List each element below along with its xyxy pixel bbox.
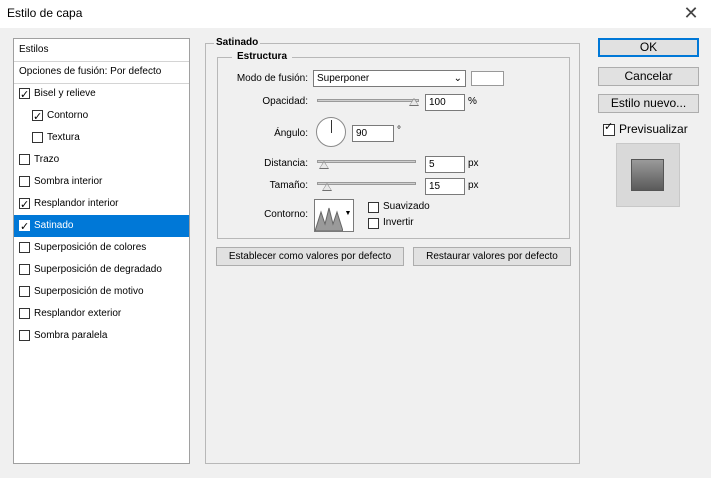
chevron-down-icon: ⌄	[453, 73, 462, 84]
sidebar-item-label: Resplandor interior	[34, 198, 119, 209]
preview-checkbox[interactable]	[603, 120, 615, 136]
sidebar-item-label: Resplandor exterior	[34, 308, 122, 319]
opacity-input[interactable]: 100	[425, 94, 465, 111]
cancel-button[interactable]: Cancelar	[598, 67, 699, 86]
distance-slider-thumb[interactable]	[318, 161, 329, 169]
sidebar-item-label: Sombra interior	[34, 176, 103, 187]
contour-picker[interactable]	[314, 199, 344, 232]
set-default-button[interactable]: Establecer como valores por defecto	[216, 247, 404, 266]
sidebar-item-label: Satinado	[34, 220, 74, 231]
sidebar-item[interactable]: Superposición de motivo	[14, 281, 189, 303]
sidebar-item-label: Opciones de fusión: Por defecto	[19, 66, 162, 77]
sidebar-item-label: Estilos	[19, 44, 49, 55]
opacity-slider-thumb[interactable]	[409, 98, 419, 106]
blend-mode-label: Modo de fusión:	[236, 73, 308, 84]
sidebar-item-checkbox[interactable]	[19, 84, 30, 106]
distance-input[interactable]: 5	[425, 156, 465, 173]
angle-unit: °	[397, 125, 401, 136]
sidebar-item-checkbox[interactable]	[32, 106, 43, 128]
contour-curve-icon	[315, 207, 343, 231]
opacity-unit: %	[468, 96, 477, 107]
sidebar-item[interactable]: Resplandor exterior	[14, 303, 189, 325]
invert-checkbox[interactable]	[368, 218, 379, 229]
opacity-label: Opacidad:	[262, 96, 308, 107]
sidebar-item[interactable]: Estilos	[14, 39, 189, 62]
new-style-button[interactable]: Estilo nuevo...	[598, 94, 699, 113]
distance-label: Distancia:	[264, 158, 308, 169]
sidebar-item[interactable]: Opciones de fusión: Por defecto	[14, 61, 189, 84]
ok-button[interactable]: OK	[598, 38, 699, 57]
sidebar-item-label: Superposición de degradado	[34, 264, 162, 275]
antialias-label: Suavizado	[383, 201, 430, 212]
contour-label: Contorno:	[264, 209, 308, 220]
angle-dial[interactable]	[316, 117, 346, 147]
size-unit: px	[468, 180, 479, 191]
sidebar-item-checkbox[interactable]	[19, 194, 30, 216]
sidebar-item-checkbox[interactable]	[19, 242, 30, 253]
contour-dropdown-icon[interactable]: ▼	[343, 199, 354, 232]
sidebar-item-checkbox[interactable]	[19, 216, 30, 238]
sidebar-item[interactable]: Trazo	[14, 149, 189, 171]
sidebar-item-label: Superposición de motivo	[34, 286, 144, 297]
satin-group-title: Satinado	[214, 37, 261, 48]
size-label: Tamaño:	[269, 180, 308, 191]
sidebar-item-checkbox[interactable]	[19, 308, 30, 319]
sidebar-item-label: Bisel y relieve	[34, 88, 96, 99]
sidebar-item-label: Textura	[47, 132, 80, 143]
sidebar-item-label: Superposición de colores	[34, 242, 147, 253]
distance-unit: px	[468, 158, 479, 169]
sidebar-item-label: Contorno	[47, 110, 89, 121]
sidebar-item-label: Trazo	[34, 154, 60, 165]
preview-label: Previsualizar	[619, 122, 688, 136]
blend-color-swatch[interactable]	[471, 71, 504, 86]
distance-slider-track[interactable]	[317, 160, 416, 163]
size-input[interactable]: 15	[425, 178, 465, 195]
sidebar-item[interactable]: Textura	[14, 127, 189, 149]
sidebar-item[interactable]: Superposición de colores	[14, 237, 189, 259]
window-title: Estilo de capa	[7, 6, 83, 20]
title-bar	[0, 0, 711, 28]
blend-mode-value: Superponer	[317, 73, 370, 84]
sidebar-item-label: Sombra paralela	[34, 330, 108, 341]
invert-label: Invertir	[383, 217, 414, 228]
sidebar-item-checkbox[interactable]	[19, 330, 30, 341]
sidebar-item[interactable]: Satinado	[14, 215, 189, 238]
sidebar-item-checkbox[interactable]	[19, 286, 30, 297]
size-slider-thumb[interactable]	[322, 183, 333, 191]
structure-group-title: Estructura	[232, 51, 293, 62]
sidebar-item[interactable]: Contorno	[14, 105, 189, 128]
sidebar-item-checkbox[interactable]	[19, 154, 30, 165]
close-icon[interactable]: ✕	[681, 3, 701, 23]
sidebar-item[interactable]: Sombra interior	[14, 171, 189, 193]
sidebar-item[interactable]: Resplandor interior	[14, 193, 189, 216]
angle-label: Ángulo:	[274, 128, 308, 139]
preview-swatch	[631, 159, 664, 191]
sidebar-item[interactable]: Superposición de degradado	[14, 259, 189, 281]
sidebar-item-checkbox[interactable]	[32, 132, 43, 143]
style-preview	[616, 143, 680, 207]
sidebar-item[interactable]: Bisel y relieve	[14, 83, 189, 106]
angle-input[interactable]: 90	[352, 125, 394, 142]
sidebar-item[interactable]: Sombra paralela	[14, 325, 189, 347]
antialias-checkbox[interactable]	[368, 202, 379, 213]
opacity-slider-track[interactable]	[317, 99, 419, 102]
styles-list: Estilos Opciones de fusión: Por defecto Bi…	[13, 38, 190, 464]
sidebar-item-checkbox[interactable]	[19, 176, 30, 187]
reset-default-button[interactable]: Restaurar valores por defecto	[413, 247, 571, 266]
blend-mode-select[interactable]: Superponer ⌄	[313, 70, 466, 87]
sidebar-item-checkbox[interactable]	[19, 264, 30, 275]
